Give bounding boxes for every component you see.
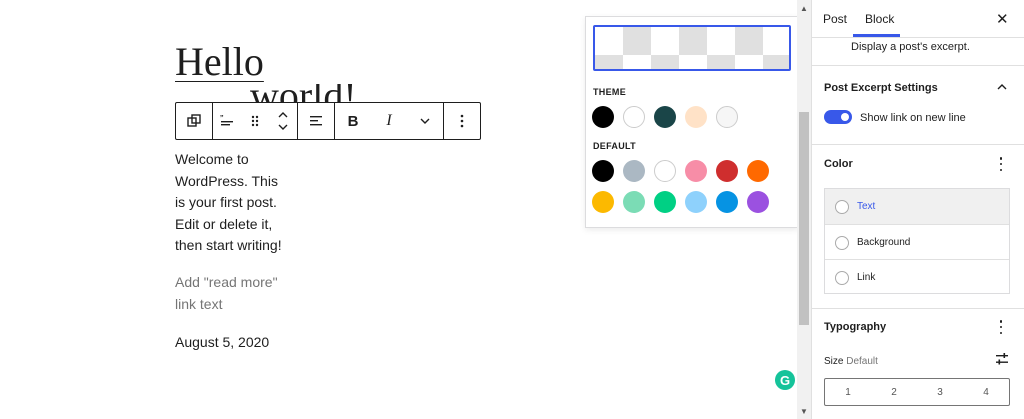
chevron-up-down-icon [278,112,288,130]
bold-icon: B [347,112,359,130]
divider [812,308,1024,309]
move-up-down-button[interactable] [269,103,297,139]
color-item-background[interactable]: Background [825,225,1009,260]
italic-icon: I [386,112,392,129]
color-swatch[interactable] [747,160,769,182]
show-link-toggle[interactable] [824,110,852,124]
toolbar-group-format: B I [335,103,444,139]
toolbar-group-options [444,103,480,139]
size-label-text: Size [824,356,844,367]
align-button[interactable] [298,103,334,139]
color-swatch[interactable] [716,106,738,128]
more-formats-button[interactable] [407,103,443,139]
toggle-label: Show link on new line [860,112,966,124]
color-indicator [835,270,849,285]
italic-button[interactable]: I [371,103,407,139]
color-swatch[interactable] [716,160,738,182]
tab-block[interactable]: Block [865,12,894,26]
more-vertical-icon [460,114,464,128]
editor-canvas: Hello world! ” [0,0,797,419]
default-palette-row-1 [592,160,769,182]
color-item-label: Background [857,237,911,248]
divider [812,65,1024,66]
color-settings-list: Text Background Link [824,188,1010,294]
block-toolbar: ” B I [175,102,481,140]
sidebar-tabs: Post Block ✕ [812,0,1024,38]
read-more-input[interactable]: Add "read more" link text [175,272,290,315]
color-swatch[interactable] [592,191,614,213]
excerpt-block-icon: ” [220,114,233,126]
select-parent-button[interactable] [176,103,212,139]
block-type-button[interactable]: ” [213,103,241,139]
color-swatch[interactable] [685,160,707,182]
color-indicator [835,199,849,214]
font-size-option-3[interactable]: 3 [917,379,963,405]
default-palette-row-2 [592,191,769,213]
scroll-up-arrow-icon[interactable]: ▲ [797,2,811,14]
color-picker-popover: THEME DEFAULT [585,16,797,228]
color-item-label: Text [857,201,876,212]
tab-post[interactable]: Post [823,12,847,26]
bold-button[interactable]: B [335,103,371,139]
color-swatch[interactable] [716,191,738,213]
font-size-option-4[interactable]: 4 [963,379,1009,405]
toolbar-group-align [298,103,335,139]
color-swatch[interactable] [623,106,645,128]
post-date: August 5, 2020 [175,334,270,350]
default-palette-label: DEFAULT [593,141,636,151]
post-excerpt: Welcome to WordPress. This is your first… [175,151,282,253]
grammarly-icon[interactable]: G [775,370,795,390]
color-swatch[interactable] [592,160,614,182]
color-options-icon[interactable] [997,157,1005,171]
divider [812,144,1024,145]
theme-palette [592,106,738,128]
toolbar-group-block: ” [213,103,298,139]
select-parent-icon [187,114,201,127]
editor-scrollbar[interactable]: ▲ ▼ [797,0,811,419]
color-swatch[interactable] [685,106,707,128]
color-item-text[interactable]: Text [825,189,1009,224]
color-item-label: Link [857,272,876,283]
color-swatch[interactable] [592,106,614,128]
post-title[interactable]: Hello [175,38,264,86]
color-swatch[interactable] [747,191,769,213]
color-swatch[interactable] [623,191,645,213]
settings-sidebar: Post Block ✕ Display a post's excerpt. P… [811,0,1024,419]
chevron-down-icon [420,118,430,124]
color-swatch[interactable] [654,106,676,128]
color-swatch[interactable] [685,191,707,213]
color-panel-title: Color [824,158,853,170]
typography-panel-title: Typography [824,321,887,333]
color-indicator [835,235,849,250]
block-options-button[interactable] [444,103,480,139]
excerpt-settings-title[interactable]: Post Excerpt Settings [824,82,938,94]
svg-text:”: ” [220,114,224,122]
custom-color-swatch[interactable] [593,25,791,71]
active-tab-indicator [853,34,900,37]
font-size-option-1[interactable]: 1 [825,379,871,405]
font-size-picker: 1 2 3 4 [824,378,1010,406]
color-swatch[interactable] [654,160,676,182]
close-icon[interactable]: ✕ [996,10,1009,28]
toolbar-group-parent [176,103,213,139]
color-swatch[interactable] [623,160,645,182]
typography-options-icon[interactable] [997,320,1005,334]
font-size-option-2[interactable]: 2 [871,379,917,405]
block-description: Display a post's excerpt. [851,41,970,53]
custom-size-settings-icon[interactable] [995,352,1009,366]
color-item-link[interactable]: Link [825,260,1009,295]
post-title-overflow: world! [250,84,357,104]
font-size-label: Size Default [824,356,878,367]
scrollbar-thumb[interactable] [799,112,809,325]
drag-handle[interactable] [241,103,269,139]
color-swatch[interactable] [654,191,676,213]
theme-palette-label: THEME [593,87,626,97]
size-value: Default [846,356,878,367]
chevron-up-icon[interactable] [997,82,1007,92]
drag-handle-icon [251,115,259,127]
align-left-icon [310,116,322,126]
scroll-down-arrow-icon[interactable]: ▼ [797,405,811,417]
toggle-knob [841,113,849,121]
